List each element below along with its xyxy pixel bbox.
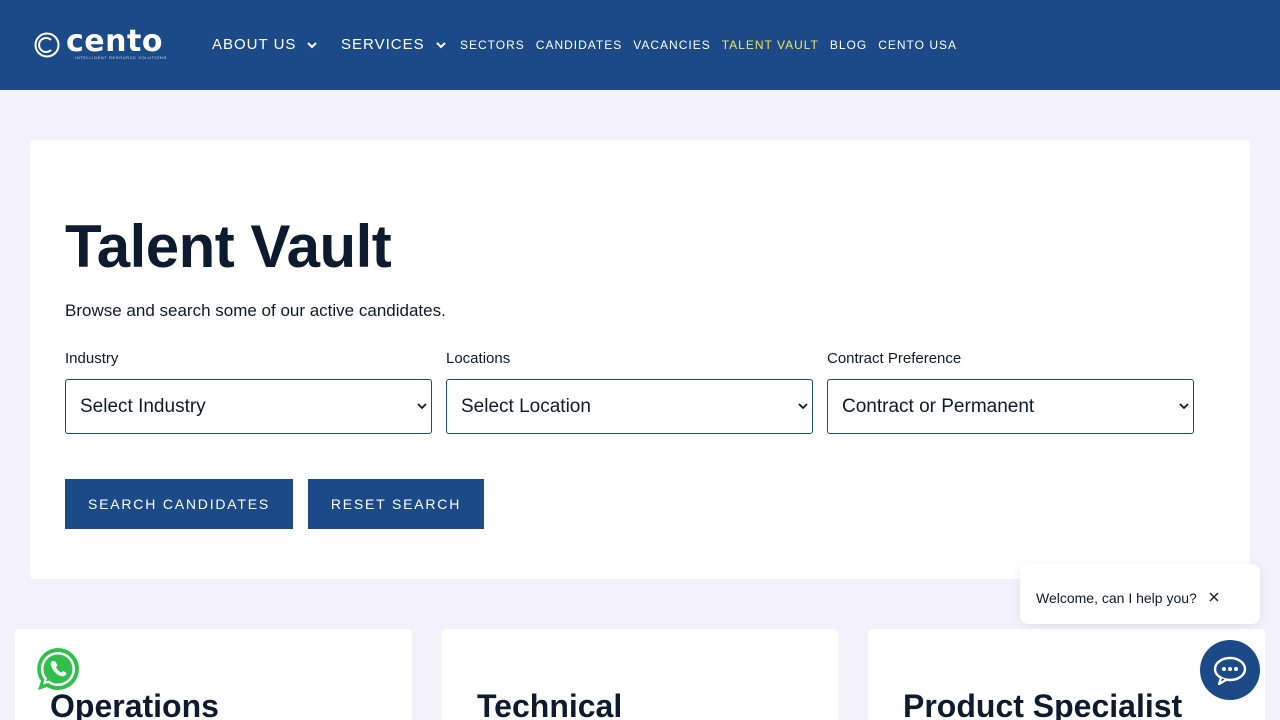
location-select[interactable]: Select Location — [446, 379, 813, 434]
page-subtitle: Browse and search some of our active can… — [65, 301, 446, 320]
nav-secondary: SECTORS CANDIDATES VACANCIES TALENT VAUL… — [460, 38, 968, 52]
chevron-down-icon — [798, 403, 808, 410]
reset-search-button[interactable]: RESET SEARCH — [308, 479, 484, 529]
whatsapp-icon[interactable] — [35, 646, 81, 692]
search-candidates-button[interactable]: SEARCH CANDIDATES — [65, 479, 293, 529]
nav-talent-vault[interactable]: TALENT VAULT — [722, 38, 819, 52]
industry-select[interactable]: Select Industry — [65, 379, 432, 434]
chat-bubble-icon — [1213, 656, 1247, 685]
chat-welcome-text: Welcome, can I help you? — [1036, 590, 1197, 606]
contract-select-value: Contract or Permanent — [842, 395, 1035, 417]
chevron-down-icon — [435, 41, 446, 48]
nav-services[interactable]: SERVICES — [341, 36, 447, 53]
nav-services-label: SERVICES — [341, 36, 425, 53]
nav-cento-usa[interactable]: CENTO USA — [878, 38, 957, 52]
close-icon[interactable] — [1208, 591, 1220, 603]
candidate-title: Operations — [50, 688, 219, 720]
location-label: Locations — [446, 350, 511, 367]
chat-launcher-button[interactable] — [1200, 640, 1260, 700]
nav-candidates[interactable]: CANDIDATES — [536, 38, 622, 52]
contract-select[interactable]: Contract or Permanent — [827, 379, 1194, 434]
candidate-title: Product Specialist — [903, 688, 1183, 720]
logo-tagline: INTELLIGENT RESOURCE SOLUTIONS — [75, 55, 167, 60]
candidate-title: Technical — [477, 688, 623, 720]
industry-label: Industry — [65, 350, 119, 367]
chevron-down-icon — [307, 41, 318, 48]
nav-vacancies[interactable]: VACANCIES — [633, 38, 710, 52]
cento-logo[interactable]: cento INTELLIGENT RESOURCE SOLUTIONS — [33, 24, 168, 64]
logo-mark-icon — [34, 32, 60, 58]
industry-select-value: Select Industry — [80, 395, 206, 417]
chevron-down-icon — [1179, 403, 1189, 410]
nav-about-us[interactable]: ABOUT US — [212, 36, 318, 53]
contract-label: Contract Preference — [827, 350, 962, 367]
nav-blog[interactable]: BLOG — [830, 38, 867, 52]
nav-sectors[interactable]: SECTORS — [460, 38, 525, 52]
page-title: Talent Vault — [65, 213, 392, 280]
nav-about-us-label: ABOUT US — [212, 36, 297, 53]
location-select-value: Select Location — [461, 395, 591, 417]
site-header: cento INTELLIGENT RESOURCE SOLUTIONS ABO… — [0, 0, 1280, 90]
chat-welcome-bubble[interactable]: Welcome, can I help you? — [1020, 564, 1260, 624]
chevron-down-icon — [417, 403, 427, 410]
logo-wordmark: cento — [66, 24, 163, 59]
